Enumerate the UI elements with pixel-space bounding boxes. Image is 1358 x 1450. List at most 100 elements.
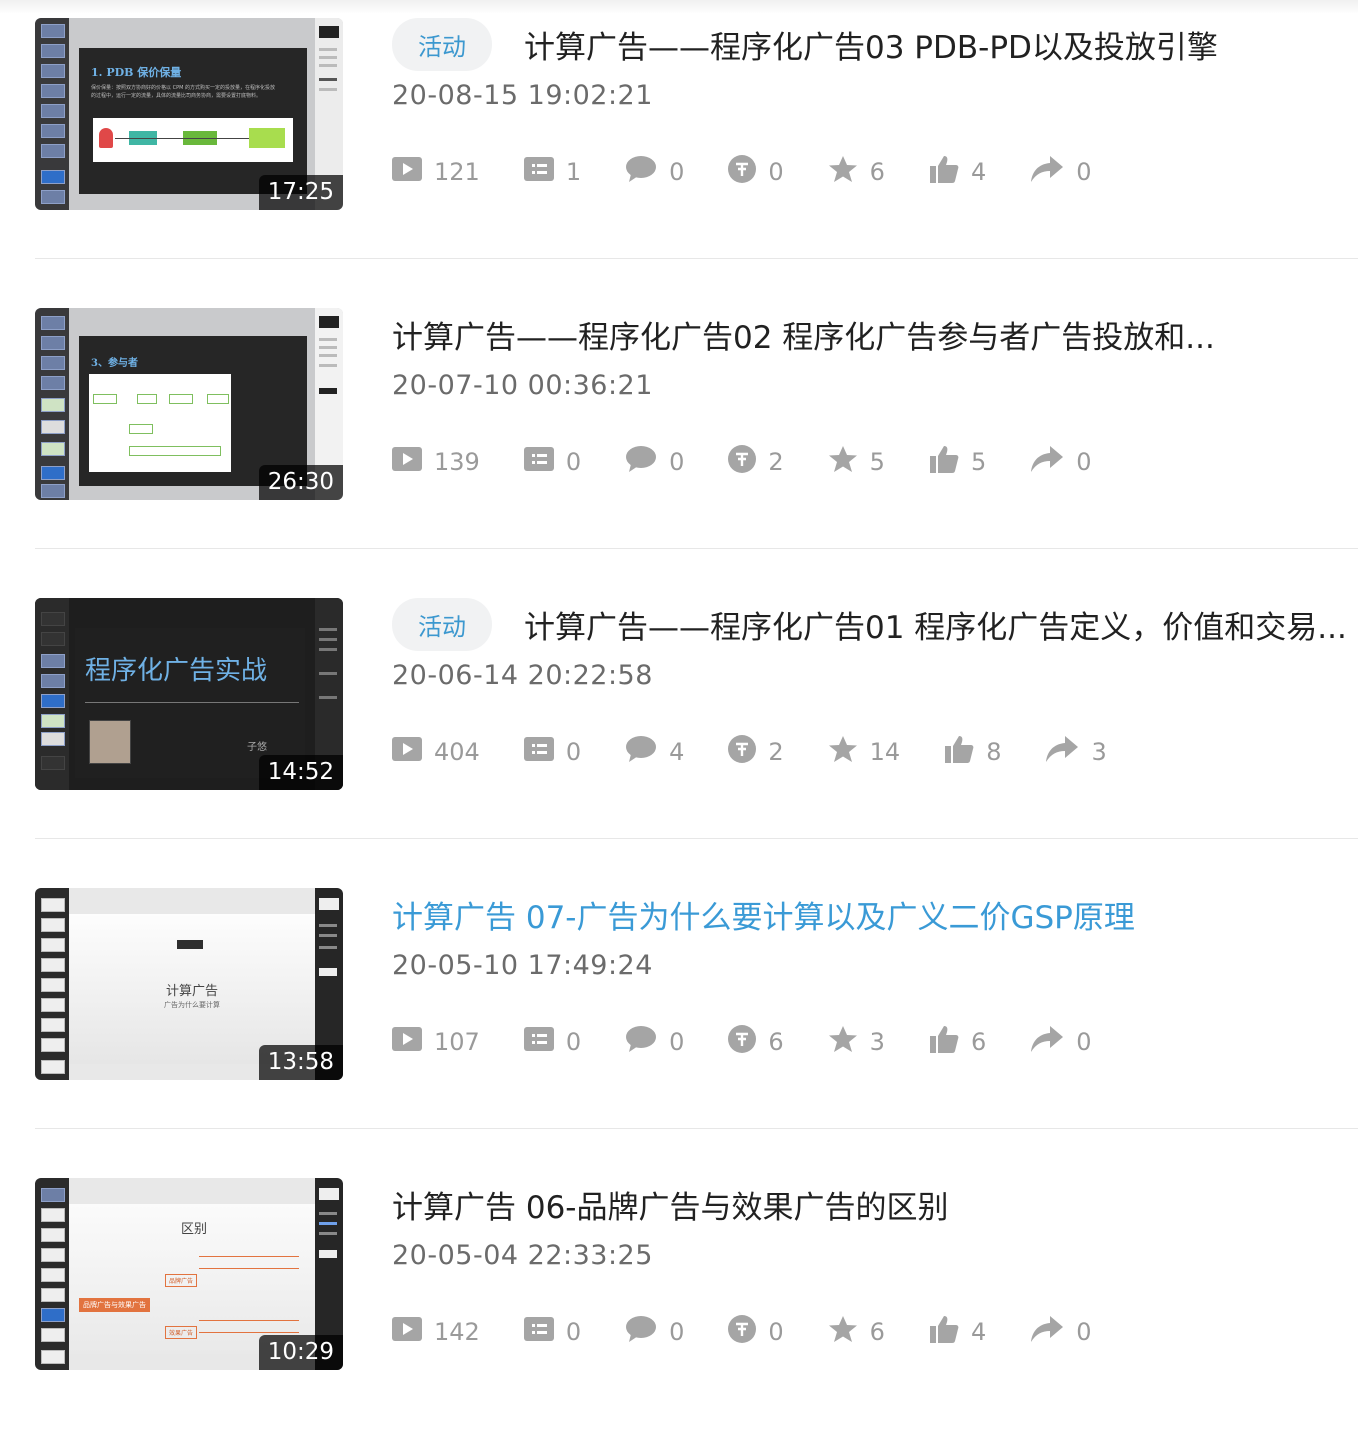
video-thumbnail[interactable]: 1. PDB 保价保量 保价保量：按照双方协商好的价格以 CPM 的方式购买一定… (35, 18, 343, 210)
stat-favorites: 5 (828, 445, 885, 479)
slide-heading: 区别 (180, 1222, 207, 1237)
video-duration: 13:58 (258, 1045, 343, 1080)
video-duration: 17:25 (258, 175, 343, 210)
comment-icon (625, 735, 657, 769)
stat-plays: 142 (392, 1317, 480, 1347)
stat-danmaku: 0 (523, 1027, 581, 1057)
activity-badge[interactable]: 活动 (392, 17, 492, 71)
stat-favorites: 3 (828, 1025, 885, 1059)
video-item[interactable]: 1. PDB 保价保量 保价保量：按照双方协商好的价格以 CPM 的方式购买一定… (35, 0, 1358, 290)
slide-canvas: 计算广告 广告为什么要计算 (69, 914, 315, 1064)
video-title[interactable]: 计算广告——程序化广告03 PDB-PD以及投放引擎 (524, 22, 1218, 67)
stat-shares: 0 (1030, 1025, 1092, 1059)
video-title[interactable]: 计算广告 07-广告为什么要计算以及广义二价GSP原理 (392, 892, 1135, 937)
slide-sidebar (35, 888, 69, 1080)
stat-danmaku: 0 (523, 737, 581, 767)
video-stats: 142 0 0 0 6 4 0 (392, 1312, 1136, 1352)
video-item[interactable]: 程序化广告实战 子悠 14:52 活动 计算广告——程序化广告01 程序化广告定… (35, 580, 1358, 870)
share-arrow-icon (1030, 1025, 1064, 1059)
video-thumbnail[interactable]: 程序化广告实战 子悠 14:52 (35, 598, 343, 790)
comment-icon (625, 1025, 657, 1059)
share-arrow-icon (1045, 735, 1079, 769)
play-icon (392, 1027, 422, 1057)
stat-comments: 0 (625, 155, 684, 189)
stat-shares: 0 (1030, 155, 1092, 189)
slide-subtitle: 广告为什么要计算 (164, 1001, 220, 1009)
like-thumb-icon (944, 734, 974, 770)
video-title[interactable]: 计算广告——程序化广告02 程序化广告参与者广告投放和... (392, 312, 1215, 357)
stat-plays: 139 (392, 447, 480, 477)
stat-coins: 0 (728, 1315, 784, 1349)
stat-comments: 0 (625, 445, 684, 479)
slide-sidebar (35, 598, 69, 790)
slide-diagram (89, 374, 231, 472)
activity-badge[interactable]: 活动 (392, 597, 492, 651)
slide-text: 保价保量：按照双方协商好的价格以 CPM 的方式购买一定的投放量，在程序化投放的… (91, 85, 276, 99)
danmaku-icon (523, 1027, 554, 1057)
stat-comments: 0 (625, 1025, 684, 1059)
slide-diagram (93, 118, 293, 162)
stat-danmaku: 0 (523, 447, 581, 477)
stat-shares: 0 (1030, 1315, 1092, 1349)
video-stats: 404 0 4 2 14 8 3 (392, 732, 1151, 772)
stat-likes: 8 (944, 734, 1001, 770)
publish-date: 20-05-04 22:33:25 (392, 1240, 653, 1271)
share-arrow-icon (1030, 1315, 1064, 1349)
favorite-star-icon (828, 445, 858, 479)
danmaku-icon (523, 737, 554, 767)
video-title[interactable]: 计算广告——程序化广告01 程序化广告定义，价值和交易... (524, 602, 1347, 647)
favorite-star-icon (828, 1315, 858, 1349)
item-divider (35, 1128, 1358, 1129)
publish-date: 20-05-10 17:49:24 (392, 950, 653, 981)
stat-plays: 404 (392, 737, 480, 767)
stat-plays: 107 (392, 1027, 480, 1057)
item-divider (35, 548, 1358, 549)
stat-favorites: 6 (828, 155, 885, 189)
stat-favorites: 6 (828, 1315, 885, 1349)
play-icon (392, 157, 422, 187)
share-arrow-icon (1030, 155, 1064, 189)
video-item[interactable]: 计算广告 广告为什么要计算 13:58 计算广告 07-广告为什么要计算以及广义… (35, 870, 1358, 1160)
video-stats: 139 0 0 2 5 5 0 (392, 442, 1136, 482)
stat-danmaku: 0 (523, 1317, 581, 1347)
slide-heading: 程序化广告实战 (85, 656, 268, 686)
stat-coins: 6 (728, 1025, 784, 1059)
mindmap-node: 效果广告 (165, 1326, 198, 1339)
danmaku-icon (523, 1317, 554, 1347)
like-thumb-icon (929, 444, 959, 480)
video-item[interactable]: 区别 品牌广告与效果广告 品牌广告 效果广告 10:29 计算广告 06-品牌广… (35, 1160, 1358, 1450)
publish-date: 20-08-15 19:02:21 (392, 80, 653, 111)
video-thumbnail[interactable]: 计算广告 广告为什么要计算 13:58 (35, 888, 343, 1080)
stat-likes: 4 (929, 154, 986, 190)
coin-icon (728, 445, 757, 479)
stat-shares: 3 (1045, 735, 1107, 769)
danmaku-icon (523, 157, 554, 187)
danmaku-icon (523, 447, 554, 477)
comment-icon (625, 1315, 657, 1349)
slide-canvas: 1. PDB 保价保量 保价保量：按照双方协商好的价格以 CPM 的方式购买一定… (79, 48, 307, 194)
video-thumbnail[interactable]: 3、参与者 26:30 (35, 308, 343, 500)
stat-coins: 0 (728, 155, 784, 189)
slide-sidebar (35, 18, 69, 210)
slide-sidebar (35, 1178, 69, 1370)
slide-heading: 3、参与者 (91, 358, 138, 369)
video-duration: 10:29 (258, 1335, 343, 1370)
stat-danmaku: 1 (523, 157, 581, 187)
play-icon (392, 447, 422, 477)
comment-icon (625, 155, 657, 189)
coin-icon (728, 735, 757, 769)
video-item[interactable]: 3、参与者 26:30 计算广告——程序化广告02 程序化广告参与者广告投放和.… (35, 290, 1358, 580)
share-arrow-icon (1030, 445, 1064, 479)
video-duration: 26:30 (258, 465, 343, 500)
coin-icon (728, 1315, 757, 1349)
coin-icon (728, 155, 757, 189)
like-thumb-icon (929, 1314, 959, 1350)
slide-author: 子悠 (247, 742, 267, 753)
publish-date: 20-07-10 00:36:21 (392, 370, 653, 401)
stat-likes: 6 (929, 1024, 986, 1060)
video-thumbnail[interactable]: 区别 品牌广告与效果广告 品牌广告 效果广告 10:29 (35, 1178, 343, 1370)
video-title[interactable]: 计算广告 06-品牌广告与效果广告的区别 (392, 1182, 949, 1227)
stat-likes: 5 (929, 444, 986, 480)
like-thumb-icon (929, 154, 959, 190)
favorite-star-icon (828, 1025, 858, 1059)
